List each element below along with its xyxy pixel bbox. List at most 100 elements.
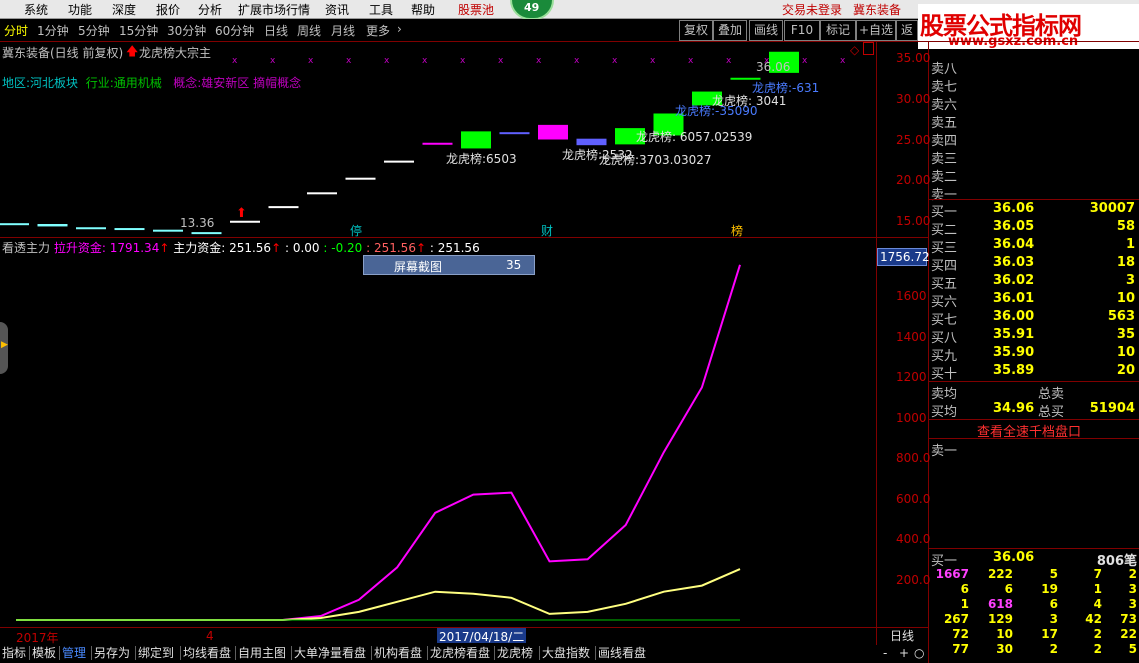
site-logo: 股票公式指标网 www.gsxz.com.cn xyxy=(918,4,1139,49)
menu-help[interactable]: 帮助 xyxy=(411,1,435,18)
period-status[interactable]: 日线 xyxy=(890,627,914,644)
candle-bar[interactable] xyxy=(422,142,453,145)
indicator-chart[interactable] xyxy=(0,238,876,627)
zoom-out-button[interactable]: - xyxy=(883,646,887,660)
price-high-label: 36.06 xyxy=(756,60,791,74)
bottom-tab[interactable]: 机构看盘 xyxy=(374,645,422,662)
buy-level-row[interactable]: 买八 35.91 35 xyxy=(930,327,1139,346)
candle-bar[interactable] xyxy=(191,232,222,235)
full-depth-link-row[interactable]: 查看全速千档盘口 xyxy=(930,421,1139,440)
queue-cell: 5 xyxy=(1049,567,1058,581)
period-30min[interactable]: 30分钟 xyxy=(167,22,206,39)
buy-level-row[interactable]: 买三 36.04 1 xyxy=(930,237,1139,256)
bottom-tab[interactable]: 绑定到 xyxy=(138,645,174,662)
candle-bar[interactable] xyxy=(230,220,260,223)
overlay-button[interactable]: 叠加 xyxy=(713,20,747,41)
sell-level-row[interactable]: 卖四 xyxy=(930,130,1139,149)
candle-bar[interactable] xyxy=(307,192,337,195)
suspend-marker[interactable]: 停 xyxy=(350,222,362,239)
candle-bar[interactable] xyxy=(37,224,68,227)
candle-bar[interactable] xyxy=(0,223,29,226)
sell-level-row[interactable]: 卖五 xyxy=(930,112,1139,131)
sell-level-row[interactable]: 卖三 xyxy=(930,148,1139,167)
sell-average-row[interactable]: 卖均 总卖 xyxy=(930,383,1139,402)
buy-one-row[interactable]: 买一 36.06 806笔 xyxy=(930,550,1139,569)
lhb-marker[interactable]: 榜 xyxy=(731,222,743,239)
buy-level-row[interactable]: 买十 35.89 20 xyxy=(930,363,1139,382)
add-favorite-button[interactable]: +自选 xyxy=(856,20,896,41)
menu-function[interactable]: 功能 xyxy=(68,1,92,18)
buy-level-row[interactable]: 买九 35.90 10 xyxy=(930,345,1139,364)
buy-level-row[interactable]: 买一 36.06 30007 xyxy=(930,201,1139,220)
menu-quote[interactable]: 报价 xyxy=(156,1,180,18)
period-5min[interactable]: 5分钟 xyxy=(78,22,110,39)
sell-level-row[interactable]: 卖八 xyxy=(930,58,1139,77)
f10-button[interactable]: F10 xyxy=(784,20,820,41)
buy-level-row[interactable]: 买七 36.00 563 xyxy=(930,309,1139,328)
period-monthly[interactable]: 月线 xyxy=(331,22,355,39)
period-daily[interactable]: 日线 xyxy=(264,22,288,39)
candle-bar[interactable] xyxy=(461,131,491,149)
reset-button[interactable]: ○ xyxy=(914,646,924,660)
candle-bar[interactable] xyxy=(153,229,183,232)
x-mark: x xyxy=(688,56,694,66)
bottom-tab[interactable]: 自用主图 xyxy=(238,645,286,662)
candle-bar[interactable] xyxy=(576,138,607,146)
bottom-tab[interactable]: 大单净量看盘 xyxy=(294,645,366,662)
candle-bar[interactable] xyxy=(384,160,414,163)
bottom-tab[interactable]: 模板 xyxy=(32,645,56,662)
buy-level-row[interactable]: 买六 36.01 10 xyxy=(930,291,1139,310)
sell-level-row[interactable]: 卖二 xyxy=(930,166,1139,185)
sell-one-row[interactable]: 卖一 xyxy=(930,440,1139,459)
period-timeshare[interactable]: 分时 xyxy=(4,22,28,39)
candle-bar[interactable] xyxy=(114,228,145,231)
chevron-right-icon[interactable]: › xyxy=(397,22,402,36)
candle-bar[interactable] xyxy=(345,177,376,180)
period-60min[interactable]: 60分钟 xyxy=(215,22,254,39)
finance-marker[interactable]: 财 xyxy=(541,222,553,239)
menu-tools[interactable]: 工具 xyxy=(369,1,393,18)
bottom-tab[interactable]: 管理 xyxy=(62,645,86,662)
trade-login-status[interactable]: 交易未登录 xyxy=(782,1,842,18)
buy-level-row[interactable]: 买五 36.02 3 xyxy=(930,273,1139,292)
period-more[interactable]: 更多 xyxy=(366,22,390,39)
side-panel-handle[interactable]: ▶ xyxy=(0,322,8,374)
menu-analysis[interactable]: 分析 xyxy=(198,1,222,18)
menu-depth[interactable]: 深度 xyxy=(112,1,136,18)
buy-one-price: 36.06 xyxy=(993,550,1035,565)
indicator-tick-label: 1600 xyxy=(896,289,927,304)
cursor-date: 2017/04/18/二 xyxy=(437,628,527,644)
period-weekly[interactable]: 周线 xyxy=(297,22,321,39)
sell-level-row[interactable]: 卖七 xyxy=(930,76,1139,95)
return-button[interactable]: 返 xyxy=(896,20,918,41)
menu-news[interactable]: 资讯 xyxy=(325,1,349,18)
draw-line-button[interactable]: 画线 xyxy=(749,20,783,41)
bottom-tab[interactable]: 画线看盘 xyxy=(598,645,646,662)
period-1min[interactable]: 1分钟 xyxy=(37,22,69,39)
bottom-tab[interactable]: 龙虎榜 xyxy=(497,645,533,662)
counter-badge[interactable]: 49 xyxy=(510,0,554,20)
candle-bar[interactable] xyxy=(499,132,530,135)
sell-level-label: 卖六 xyxy=(931,98,958,113)
candle-bar[interactable] xyxy=(76,227,106,230)
price-tick-label: 35.00 xyxy=(896,51,931,66)
sell-level-row[interactable]: 卖六 xyxy=(930,94,1139,113)
zoom-in-button[interactable]: + xyxy=(899,646,909,660)
bottom-tab[interactable]: 指标 xyxy=(2,645,26,662)
menu-stock-pool[interactable]: 股票池 xyxy=(458,1,494,18)
adjust-button[interactable]: 复权 xyxy=(679,20,713,41)
period-15min[interactable]: 15分钟 xyxy=(119,22,158,39)
menu-system[interactable]: 系统 xyxy=(24,1,48,18)
bottom-tab[interactable]: 龙虎榜看盘 xyxy=(430,645,490,662)
buy-level-row[interactable]: 买二 36.05 58 xyxy=(930,219,1139,238)
mark-button[interactable]: 标记 xyxy=(820,20,856,41)
candle-bar[interactable] xyxy=(268,206,299,209)
buy-average-row[interactable]: 买均 34.96 总买 51904 xyxy=(930,401,1139,420)
bottom-tab[interactable]: 均线看盘 xyxy=(183,645,231,662)
bottom-tab[interactable]: 另存为 xyxy=(94,645,130,662)
candle-bar[interactable] xyxy=(538,124,568,140)
buy-level-volume: 563 xyxy=(1107,309,1135,324)
buy-level-row[interactable]: 买四 36.03 18 xyxy=(930,255,1139,274)
bottom-tab[interactable]: 大盘指数 xyxy=(542,645,590,662)
menu-extended-market[interactable]: 扩展市场行情 xyxy=(238,1,310,18)
